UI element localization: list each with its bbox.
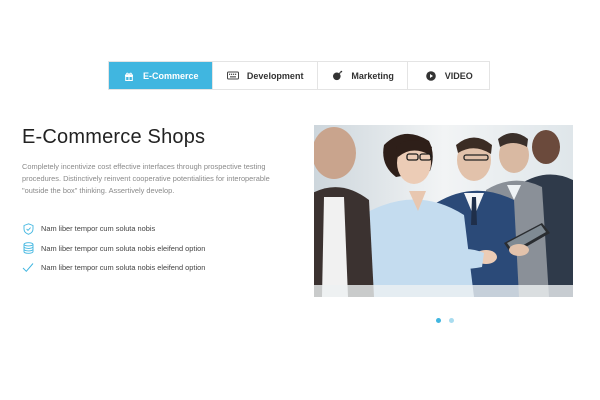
feature-item: Nam liber tempor cum soluta nobis	[22, 219, 205, 239]
feature-list: Nam liber tempor cum soluta nobis Nam li…	[22, 219, 205, 278]
tab-label: E-Commerce	[142, 70, 199, 81]
carousel-dot-1[interactable]	[436, 318, 441, 323]
tab-video[interactable]: VIDEO	[408, 62, 489, 89]
carousel-dot-2[interactable]	[449, 318, 454, 323]
play-circle-icon	[425, 70, 437, 82]
tab-label: VIDEO	[444, 70, 473, 81]
feature-text: Nam liber tempor cum soluta nobis eleife…	[41, 243, 206, 253]
feature-item: Nam liber tempor cum soluta nobis eleife…	[22, 239, 205, 259]
tab-label: Marketing	[351, 70, 394, 81]
database-icon	[22, 242, 34, 255]
tab-development[interactable]: Development	[213, 62, 318, 89]
bomb-icon	[331, 70, 343, 82]
keyboard-icon	[226, 70, 239, 82]
feature-text: Nam liber tempor cum soluta nobis eleife…	[41, 263, 206, 273]
tab-bar: E-Commerce Development Marketing VIDEO	[108, 61, 490, 90]
slider-photo	[314, 125, 573, 297]
section-title: E-Commerce Shops	[22, 126, 206, 148]
checkmark-icon	[22, 262, 34, 274]
shield-icon	[22, 223, 34, 235]
tab-label: Development	[246, 70, 304, 81]
tab-marketing[interactable]: Marketing	[318, 62, 409, 89]
feature-item: Nam liber tempor cum soluta nobis eleife…	[22, 258, 205, 278]
carousel-dots	[436, 318, 454, 323]
tab-ecommerce[interactable]: E-Commerce	[109, 62, 214, 89]
section-description: Completely incentivize cost effective in…	[22, 162, 270, 195]
feature-text: Nam liber tempor cum soluta nobis	[41, 224, 156, 234]
gift-icon	[123, 70, 135, 82]
